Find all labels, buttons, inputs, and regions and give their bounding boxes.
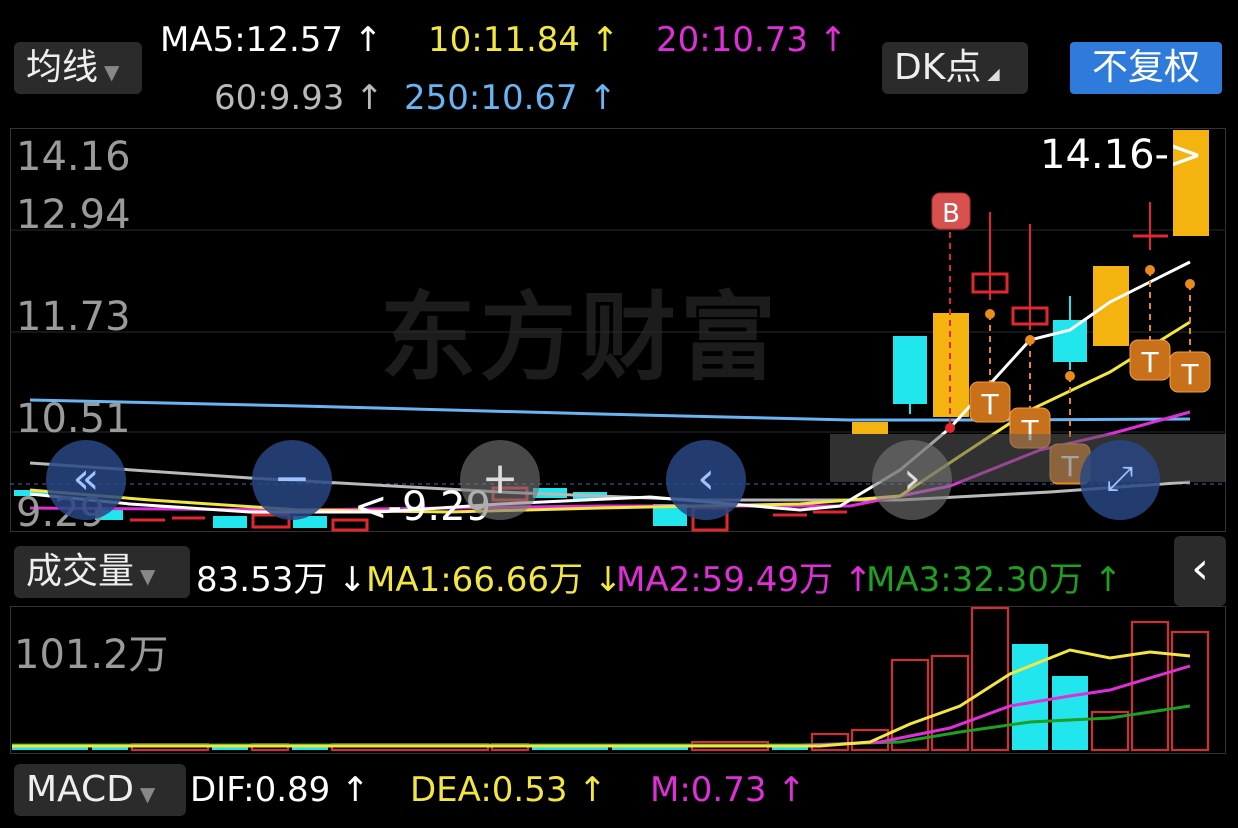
volume-chart <box>12 607 1209 751</box>
volume-bars <box>12 607 1209 751</box>
dif-value: DIF:0.89 ↑ <box>190 770 370 810</box>
macd-m-value: M:0.73 ↑ <box>650 770 806 810</box>
dea-value: DEA:0.53 ↑ <box>410 770 607 810</box>
macd-dropdown[interactable]: MACD ▼ <box>14 764 186 816</box>
macd-dropdown-label: MACD <box>26 769 134 810</box>
chevron-down-icon: ▼ <box>139 782 156 806</box>
